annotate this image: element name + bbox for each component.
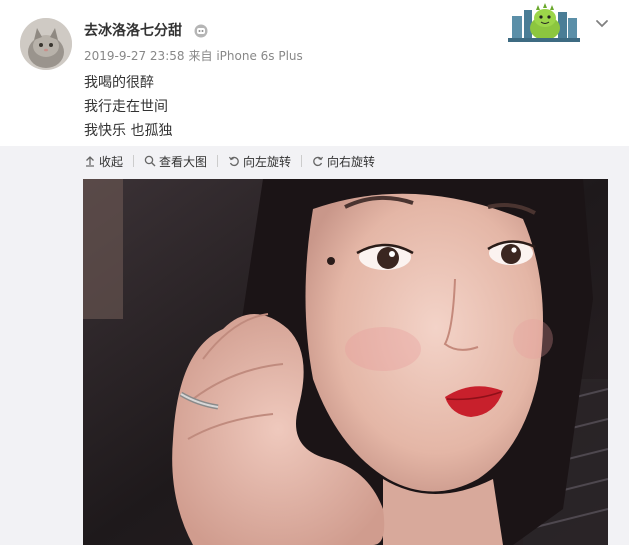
dinosaur-sticker-icon: [508, 3, 580, 42]
selfie-photo-image: [83, 179, 608, 545]
rotate-right-label: 向右旋转: [327, 154, 376, 169]
rotate-left-label: 向左旋转: [243, 154, 292, 169]
avatar[interactable]: [20, 18, 72, 70]
member-badge-icon: [194, 24, 208, 38]
media-toolbar: 收起 查看大图 向左旋转 向右旋转: [84, 152, 389, 170]
collapse-label: 收起: [99, 154, 124, 169]
username[interactable]: 去冰洛洛七分甜: [84, 20, 182, 40]
post-meta: 2019-9-27 23:58 来自 iPhone 6s Plus: [84, 47, 307, 64]
post-timestamp[interactable]: 2019-9-27 23:58: [84, 49, 185, 63]
rotate-left-icon: [229, 156, 239, 167]
toolbar-divider: [133, 155, 135, 167]
post-text-line: 我行走在世间: [84, 99, 168, 115]
toolbar-divider: [301, 155, 303, 167]
rotate-left-button[interactable]: 向左旋转: [228, 153, 291, 170]
collapse-button[interactable]: 收起: [84, 153, 123, 170]
post-source: 来自 iPhone 6s Plus: [188, 49, 303, 63]
arrow-up-icon: [86, 156, 94, 167]
post-text-line: 我喝的很醉: [84, 75, 154, 91]
rotate-right-icon: [313, 156, 324, 167]
view-large-label: 查看大图: [159, 154, 208, 169]
cat-avatar-icon: [20, 18, 72, 70]
post-text-line: 我快乐 也孤独: [84, 123, 173, 139]
toolbar-divider: [217, 155, 219, 167]
chevron-down-icon[interactable]: [593, 14, 611, 32]
search-icon: [144, 155, 156, 167]
view-large-button[interactable]: 查看大图: [144, 153, 207, 170]
post-photo[interactable]: [83, 179, 608, 545]
rotate-right-button[interactable]: 向右旋转: [312, 153, 375, 170]
